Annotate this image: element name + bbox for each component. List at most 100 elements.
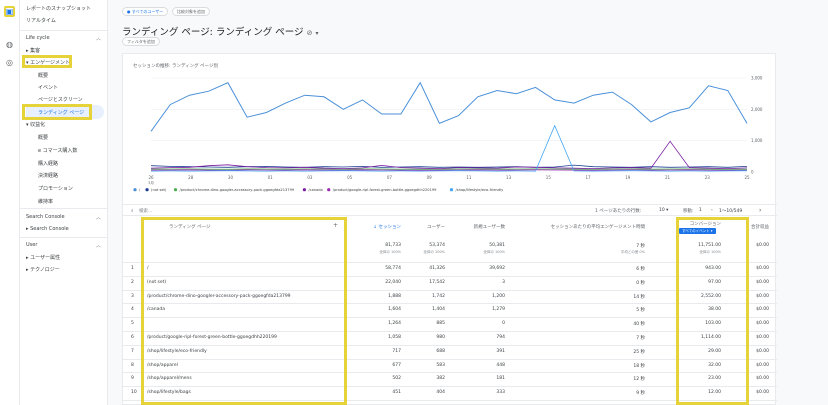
chip-label: 比較対象を追加 [177, 9, 205, 14]
row-divider [123, 289, 777, 291]
legend-label: /shop/lifestyle/eco-friendly [456, 188, 505, 192]
section-search-console[interactable]: Search Console [26, 214, 65, 220]
col-header-sessions[interactable]: ↓ セッション [349, 224, 401, 230]
row-divider [123, 400, 777, 401]
sessions-cell: 58,774 [385, 266, 401, 271]
legend-label: /product/chrome-dino-googler-accessory-p… [180, 188, 295, 192]
advertising-icon[interactable]: ◎ [4, 57, 15, 68]
col-header-revenue[interactable]: 合計収益 [725, 224, 769, 230]
new-users-cell: 1,279 [492, 307, 505, 313]
sidebar-item-retention[interactable]: 維持率 [38, 198, 53, 205]
total-new-users-pct: 全体の 100% [483, 250, 505, 254]
sidebar-item-monetization[interactable]: ▾ 収益化 [26, 121, 45, 128]
sidebar-item-demographics[interactable]: ▸ ユーザー属性 [26, 254, 60, 261]
new-users-cell: 794 [496, 335, 505, 340]
landing-page-cell[interactable]: / [147, 266, 347, 271]
report-card: セッションの推移: ランディング ページ別 3,000 2,000 1,000 0 26… [122, 53, 777, 405]
col-header-label: セッション [378, 225, 402, 230]
sessions-cell: 451 [392, 390, 401, 396]
add-comparison-chip[interactable]: 比較対象を追加 [172, 7, 210, 16]
sidebar-item-mon-overview[interactable]: 概要 [38, 134, 48, 141]
revenue-cell: $0.00 [756, 321, 769, 327]
add-filter-chip[interactable]: フィルタを追加 [122, 37, 160, 46]
avg-engagement-cell: 25 秒 [633, 349, 645, 355]
new-users-cell: 448 [496, 362, 505, 368]
sidebar-item-purchase-journey[interactable]: 購入経路 [38, 160, 58, 167]
landing-page-cell[interactable]: (not set) [147, 280, 347, 285]
landing-page-cell[interactable]: /product/google-ripl-forest-green-bottle… [147, 335, 347, 340]
landing-page-cell[interactable]: /shop/apparel [147, 363, 347, 368]
sessions-cell: 1,888 [388, 293, 401, 299]
col-header-conversions[interactable]: コンバージョン [671, 221, 721, 227]
sidebar-item-pages-screens[interactable]: ページとスクリーン [38, 96, 83, 103]
explore-icon[interactable]: ◍ [4, 39, 15, 50]
divider [20, 30, 108, 31]
sidebar-item-checkout-journey[interactable]: 決済経路 [38, 172, 58, 179]
chevron-up-icon[interactable]: ︿ [96, 242, 101, 249]
add-dimension-icon[interactable]: + [333, 222, 338, 229]
chevron-up-icon[interactable]: ︿ [96, 35, 101, 42]
sessions-cell: 1,604 [388, 307, 401, 313]
sidebar-item-tech[interactable]: ▸ テクノロジー [26, 266, 60, 273]
col-header-avg-engagement[interactable]: セッションあたりの平均エンゲージメント時間 [509, 224, 645, 230]
chevron-up-icon[interactable]: ︿ [96, 214, 101, 221]
sidebar-item-events[interactable]: イベント [38, 84, 58, 91]
legend-swatch [145, 188, 149, 192]
col-header-new-users[interactable]: 新規ユーザー数 [449, 224, 505, 230]
section-user[interactable]: User [26, 242, 37, 248]
rows-per-page-select[interactable]: 10 ▾ [659, 208, 668, 213]
next-page-icon[interactable]: › [759, 207, 761, 214]
check-circle-icon[interactable]: ⊘ [307, 29, 313, 37]
x-tick-label: 01 [268, 175, 274, 180]
x-tick-label: 03 [307, 175, 313, 180]
conversions-cell: 12.00 [708, 390, 721, 396]
reports-icon[interactable]: ▣ [4, 6, 15, 17]
legend-label: (not set) [151, 188, 167, 192]
conversions-cell: 38.00 [708, 307, 721, 313]
table-search-input[interactable]: 検索... [139, 208, 152, 214]
landing-page-cell[interactable]: /canada [147, 307, 347, 312]
segment-chip-all-users[interactable]: ● すべてのユーザー [122, 7, 169, 16]
rows-per-page-label: 1 ページあたりの行数: [595, 209, 642, 214]
y-tick-label: 2,000 [751, 107, 763, 112]
landing-page-cell[interactable]: /shop/lifestyle/bags [147, 390, 347, 395]
total-users-pct: 全体の 100% [423, 250, 445, 254]
prev-page-icon[interactable]: ‹ [711, 208, 713, 213]
total-users: 53,374 [429, 243, 445, 248]
sidebar-item-realtime[interactable]: リアルタイム [26, 17, 56, 24]
sidebar-item-eng-overview[interactable]: 概要 [38, 72, 48, 79]
sidebar-item-promotions[interactable]: プロモーション [38, 185, 73, 192]
sidebar-item-acquisition[interactable]: ▸ 集客 [26, 47, 40, 54]
sidebar-label: ユーザー属性 [30, 255, 61, 261]
revenue-cell: $0.00 [756, 293, 769, 299]
row-index: 2 [131, 279, 134, 285]
series-line [150, 169, 748, 171]
landing-page-cell[interactable]: /product/chrome-dino-googler-accessory-p… [147, 294, 347, 299]
col-header-landing-page[interactable]: ランディング ページ [169, 224, 211, 230]
main-content: ● すべてのユーザー 比較対象を追加 ランディング ページ: ランディング ペー… [108, 0, 828, 405]
total-avg-engagement: 7 秒 [636, 244, 645, 249]
series-line [150, 140, 748, 170]
col-header-users[interactable]: ユーザー [403, 224, 445, 230]
total-revenue: $0.00 [756, 243, 769, 248]
landing-page-cell[interactable]: /shop/apparel/mens [147, 376, 347, 381]
sidebar-item-search-console[interactable]: ▸ Search Console [26, 226, 69, 232]
dropdown-label: すべてのイベント [682, 229, 710, 233]
section-lifecycle[interactable]: Life cycle [26, 35, 50, 41]
goto-input[interactable]: 1 [699, 208, 702, 213]
conversion-event-dropdown[interactable]: すべてのイベント ▾ [679, 228, 716, 234]
sessions-cell: 1,058 [388, 335, 401, 340]
row-divider [123, 331, 777, 332]
conversions-cell: 29.00 [708, 348, 721, 354]
x-tick-label: 09 [427, 175, 433, 180]
users-cell: 980 [436, 335, 445, 340]
sidebar-item-snapshot[interactable]: レポートのスナップショット [26, 5, 91, 12]
chip-label: フィルタを追加 [127, 39, 155, 44]
chevron-down-icon[interactable]: ▾ [316, 30, 319, 37]
x-tick-label: 13 [506, 175, 512, 180]
x-tick-label: 05 [347, 175, 353, 180]
landing-page-cell[interactable]: /shop/lifestyle/eco-friendly [147, 349, 347, 354]
legend-swatch [133, 188, 137, 192]
sidebar-label: 収益化 [30, 122, 46, 128]
sidebar-item-ecommerce[interactable]: e コマース購入数 [38, 147, 77, 154]
